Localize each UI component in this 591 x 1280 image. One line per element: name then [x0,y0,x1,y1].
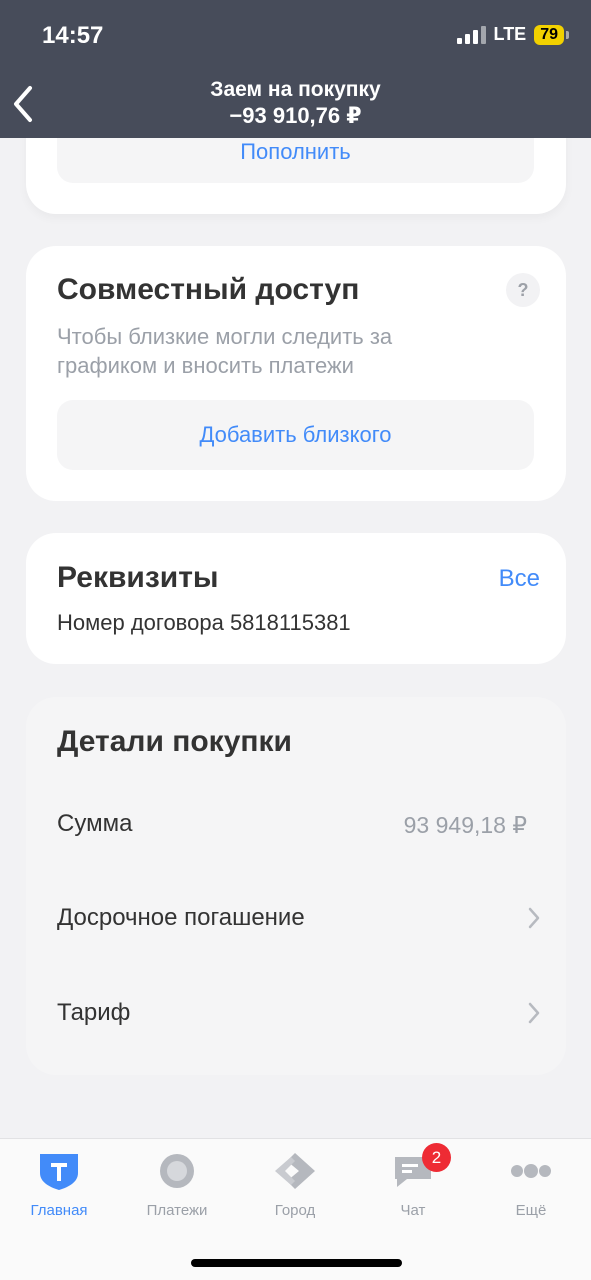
chevron-right-icon [528,907,540,929]
top-bar: 14:57 LTE 79 Заем на покупку −93 910,76 … [0,0,591,138]
status-time: 14:57 [42,22,104,49]
page-title: Заем на покупку [210,78,381,101]
requisites-all-link[interactable]: Все [499,565,540,593]
battery-tip [566,30,569,39]
city-icon [275,1153,315,1189]
shared-access-card: Совместный доступ ? Чтобы близкие могли … [26,246,566,501]
sum-value: 93 949,18 ₽ [403,812,527,838]
tab-more[interactable]: Ещё [472,1151,590,1219]
sum-label: Сумма [57,810,133,837]
early-repayment-label: Досрочное погашение [57,904,305,931]
tab-payments[interactable]: Платежи [118,1151,236,1219]
tab-home[interactable]: Главная [0,1151,118,1219]
tab-city-label: Город [274,1202,316,1219]
shared-access-title: Совместный доступ [57,273,360,306]
network-label: LTE [493,24,527,44]
battery-icon: 79 [534,24,564,45]
contract-number: Номер договора 5818115381 [57,610,351,635]
shield-icon [40,1154,78,1190]
payments-icon [160,1154,194,1188]
more-icon [511,1164,551,1178]
tab-more-label: Ещё [515,1202,547,1219]
tab-chat[interactable]: 2 Чат [354,1143,472,1219]
chat-badge: 2 [422,1143,451,1172]
tariff-label: Тариф [57,999,131,1026]
tab-chat-label: Чат [400,1202,426,1219]
tab-city[interactable]: Город [236,1151,354,1219]
tab-payments-label: Платежи [146,1202,208,1219]
early-repayment-row[interactable]: Досрочное погашение [57,904,540,932]
tariff-row[interactable]: Тариф [57,999,540,1027]
requisites-title: Реквизиты [57,561,219,594]
shared-access-description: Чтобы близкие могли следить за графиком … [57,324,393,378]
help-icon[interactable]: ? [506,273,540,307]
purchase-details-title: Детали покупки [57,725,292,758]
sum-row: Сумма 93 949,18 ₽ [57,810,527,838]
status-indicators: LTE 79 [456,24,569,45]
loan-balance: −93 910,76 ₽ [229,103,362,128]
add-relative-button[interactable]: Добавить близкого [57,400,534,470]
purchase-details-card: Детали покупки Сумма 93 949,18 ₽ Досрочн… [26,697,566,1075]
home-indicator [191,1259,402,1267]
tab-home-label: Главная [30,1202,88,1219]
topup-label: Пополнить [240,139,351,164]
requisites-card: Реквизиты Все Номер договора 5818115381 [26,533,566,664]
signal-icon [456,25,486,44]
chevron-right-icon [528,1002,540,1024]
